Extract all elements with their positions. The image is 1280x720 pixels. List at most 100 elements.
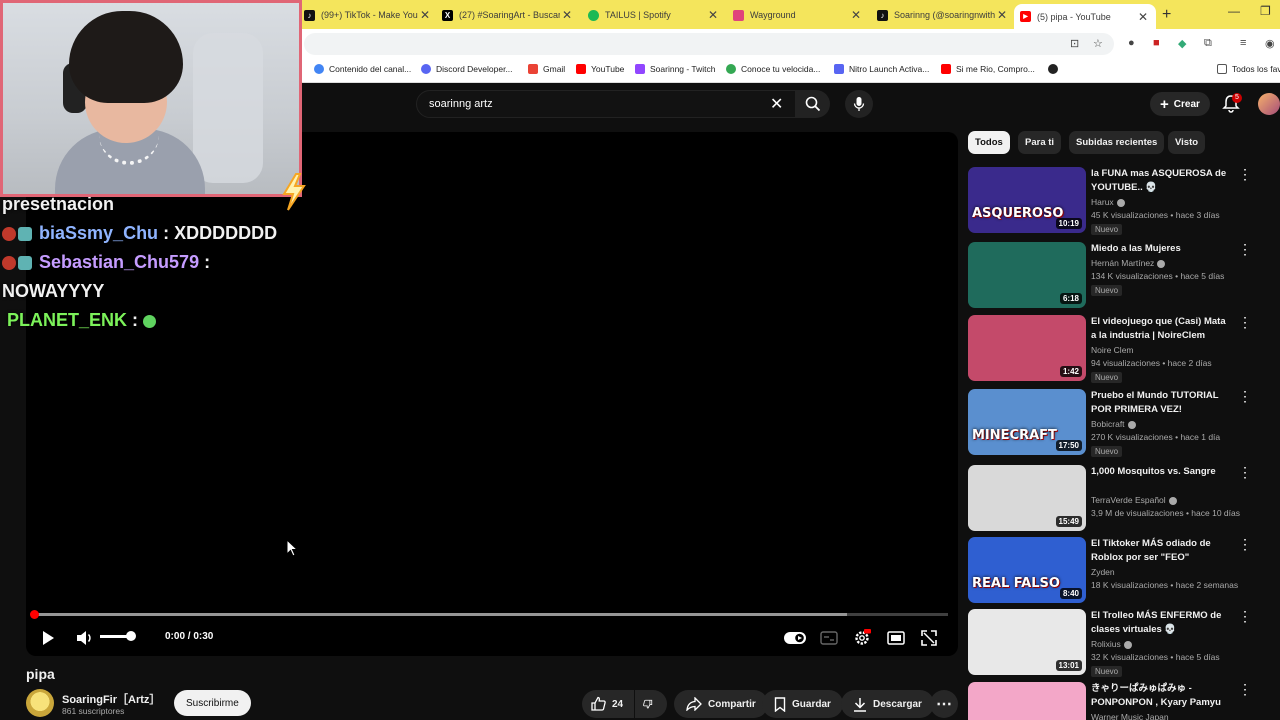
video-thumbnail[interactable]: ASQUEROSO 10:19 (968, 167, 1086, 233)
chip-subidas-recientes[interactable]: Subidas recientes (1069, 131, 1165, 154)
recommended-video[interactable]: 15:49 1,000 Mosquitos vs. Sangre TerraVerd… (968, 465, 1268, 533)
progress-bar[interactable] (34, 613, 948, 616)
video-thumbnail[interactable]: REAL FALSO 8:40 (968, 537, 1086, 603)
recommended-video[interactable]: MINECRAFT 17:50 Pruebo el Mundo TUTORIAL P… (968, 389, 1268, 457)
extension-icon[interactable]: ● (1128, 37, 1135, 49)
close-tab-icon[interactable]: ✕ (706, 8, 720, 22)
chip-para-ti[interactable]: Para ti (1018, 131, 1062, 154)
extension-icon[interactable]: ■ (1153, 37, 1160, 49)
bookmark-item[interactable]: Nitro Launch Activa... (834, 64, 929, 74)
chip-todos[interactable]: Todos (968, 131, 1010, 154)
bookmark-item[interactable]: Gmail (528, 64, 565, 74)
dislike-button[interactable] (635, 690, 667, 718)
close-tab-icon[interactable]: ✕ (995, 8, 1009, 22)
channel-avatar[interactable] (26, 689, 54, 717)
maximize-icon[interactable]: ❐ (1260, 4, 1271, 18)
recommended-video[interactable]: ASQUEROSO 10:19 la FUNA mas ASQUEROSA de Y… (968, 167, 1268, 235)
close-tab-icon[interactable]: ✕ (849, 8, 863, 22)
settings-button[interactable] (851, 627, 873, 649)
recommended-video-title[interactable]: 1,000 Mosquitos vs. Sangre (1091, 465, 1231, 479)
install-app-icon[interactable]: ⊡ (1070, 37, 1079, 50)
like-button[interactable]: 24 (582, 690, 634, 718)
bookmark-item[interactable]: Si me Rio, Compro... (941, 64, 1035, 74)
more-vertical-icon[interactable]: ⋮ (1238, 465, 1252, 479)
browser-tab-tiktok-profile[interactable]: ♪ Soarinng (@soaringnwith ✕ (877, 4, 1009, 26)
more-vertical-icon[interactable]: ⋮ (1238, 389, 1252, 403)
media-control-icon[interactable]: ≡ (1240, 37, 1246, 49)
mute-button[interactable] (74, 627, 96, 649)
chip-visto[interactable]: Visto (1168, 131, 1206, 154)
bookmark-item[interactable] (1048, 64, 1063, 74)
recommended-video-title[interactable]: la FUNA mas ASQUEROSA de YOUTUBE.. 💀 (1091, 167, 1231, 194)
bookmark-item[interactable]: Discord Developer... (421, 64, 513, 74)
recommended-video[interactable]: 1:42 El videojuego que (Casi) Mata a la i… (968, 315, 1268, 383)
bookmark-item[interactable]: YouTube (576, 64, 624, 74)
more-vertical-icon[interactable]: ⋮ (1238, 537, 1252, 551)
recommended-video-title[interactable]: Pruebo el Mundo TUTORIAL POR PRIMERA VEZ… (1091, 389, 1231, 416)
browser-tab-tiktok[interactable]: ♪ (99+) TikTok - Make Your D ✕ (304, 4, 432, 26)
more-vertical-icon[interactable]: ⋮ (1238, 167, 1252, 181)
theater-mode-button[interactable] (885, 627, 907, 649)
fullscreen-button[interactable] (918, 627, 940, 649)
download-button[interactable]: Descargar (841, 690, 934, 718)
search-button[interactable] (796, 90, 830, 118)
create-button[interactable]: + Crear (1150, 92, 1210, 116)
browser-tab-spotify[interactable]: TAILUS | Spotify ✕ (588, 4, 720, 26)
more-vertical-icon[interactable]: ⋮ (1238, 315, 1252, 329)
save-button[interactable]: Guardar (762, 690, 843, 718)
subscribe-button[interactable]: Suscribirme (174, 690, 251, 716)
recommended-video-channel[interactable]: Harux (1091, 197, 1125, 207)
bookmark-item[interactable]: Contenido del canal... (314, 64, 411, 74)
recommended-video[interactable]: 13:01 El Trolleo MÁS ENFERMO de clases vi… (968, 609, 1268, 677)
extensions-puzzle-icon[interactable]: ⧉ (1204, 37, 1212, 50)
all-bookmarks[interactable]: Todos los fav (1217, 64, 1280, 74)
recommended-video-title[interactable]: きゃりーぱみゅぱみゅ - PONPONPON , Kyary Pamyu ... (1091, 682, 1231, 710)
voice-search-button[interactable] (845, 90, 873, 118)
bookmark-item[interactable]: Soarinng - Twitch (635, 64, 716, 74)
more-vertical-icon[interactable]: ⋮ (1238, 242, 1252, 256)
recommended-video[interactable]: きゃりーぱみゅぱみゅ - PONPONPON , Kyary Pamyu ...… (968, 682, 1268, 720)
subtitles-button[interactable] (818, 627, 840, 649)
recommended-video-title[interactable]: El videojuego que (Casi) Mata a la indus… (1091, 315, 1231, 342)
video-thumbnail[interactable] (968, 682, 1086, 720)
progress-scrubber[interactable] (30, 610, 39, 619)
browser-tab-youtube-active[interactable]: ▶ (5) pipa - YouTube ✕ (1014, 4, 1156, 29)
more-vertical-icon[interactable]: ⋮ (1238, 609, 1252, 623)
video-thumbnail[interactable]: 13:01 (968, 609, 1086, 675)
close-tab-icon[interactable]: ✕ (418, 8, 432, 22)
recommended-video-title[interactable]: Miedo a las Mujeres (1091, 242, 1231, 256)
channel-name[interactable]: SoaringFir［Artz］ (62, 691, 160, 707)
recommended-video-channel[interactable]: Bobicraft (1091, 419, 1136, 429)
recommended-video-channel[interactable]: Warner Music Japan (1091, 712, 1169, 720)
profile-icon[interactable]: ◉ (1265, 37, 1275, 50)
play-button[interactable] (37, 627, 59, 649)
address-bar[interactable] (304, 33, 1114, 55)
extension-icon[interactable]: ◆ (1178, 37, 1186, 50)
recommended-video[interactable]: 6:18 Miedo a las Mujeres Hernán Martínez 13… (968, 242, 1268, 310)
recommended-video-channel[interactable]: TerraVerde Español (1091, 495, 1177, 505)
volume-knob[interactable] (126, 631, 136, 641)
recommended-video-title[interactable]: El Tiktoker MÁS odiado de Roblox por ser… (1091, 537, 1231, 564)
close-tab-icon[interactable]: ✕ (1136, 10, 1150, 24)
recommended-video[interactable]: REAL FALSO 8:40 El Tiktoker MÁS odiado de … (968, 537, 1268, 605)
new-tab-icon[interactable]: + (1162, 6, 1171, 24)
video-thumbnail[interactable]: 6:18 (968, 242, 1086, 308)
close-tab-icon[interactable]: ✕ (560, 8, 574, 22)
user-avatar[interactable] (1258, 93, 1280, 115)
recommended-video-channel[interactable]: Noire Clem (1091, 345, 1134, 355)
bookmark-item[interactable]: Conoce tu velocida... (726, 64, 820, 74)
minimize-icon[interactable]: — (1228, 4, 1240, 18)
bookmark-star-icon[interactable]: ☆ (1093, 37, 1103, 50)
recommended-video-channel[interactable]: Rolixius (1091, 639, 1132, 649)
recommended-video-channel[interactable]: Hernán Martínez (1091, 258, 1166, 268)
video-thumbnail[interactable]: 1:42 (968, 315, 1086, 381)
autoplay-toggle[interactable] (784, 627, 806, 649)
clear-search-icon[interactable]: ✕ (770, 94, 783, 114)
video-thumbnail[interactable]: MINECRAFT 17:50 (968, 389, 1086, 455)
more-vertical-icon[interactable]: ⋮ (1238, 682, 1252, 696)
recommended-video-channel[interactable]: Zyden (1091, 567, 1115, 577)
video-thumbnail[interactable]: 15:49 (968, 465, 1086, 531)
more-actions-button[interactable]: ⋯ (930, 690, 958, 718)
browser-tab-x[interactable]: X (27) #SoaringArt - Buscar ✕ (442, 4, 574, 26)
share-button[interactable]: Compartir (674, 690, 768, 718)
